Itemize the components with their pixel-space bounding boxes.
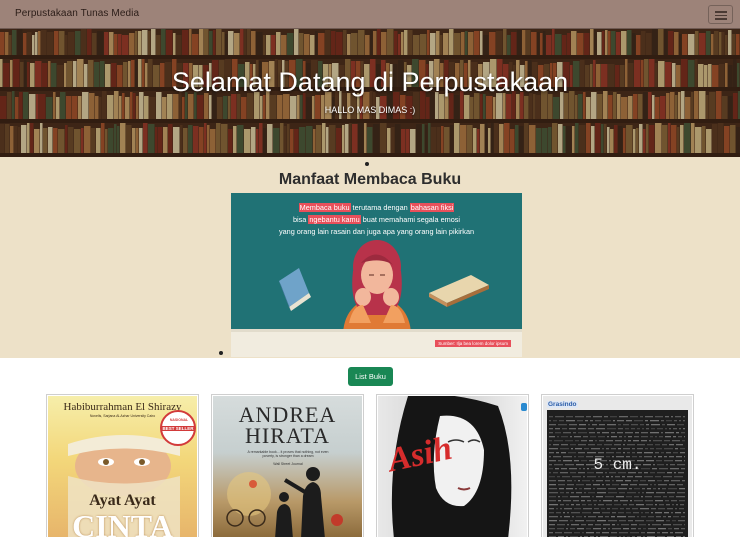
book-cover-5cm[interactable]: Grasindo 5 cm. (543, 396, 692, 537)
bestseller-badge: NASIONAL (169, 418, 189, 422)
navbar: Perpustakaan Tunas Media (0, 0, 740, 29)
bestseller-badge: BEST SELLER (161, 426, 195, 431)
book-card[interactable]: Grasindo 5 cm. (541, 394, 694, 537)
book-cover-asih[interactable]: Asih (378, 396, 527, 537)
book-card[interactable]: Asih (376, 394, 529, 537)
reading-girl-illustration (231, 240, 522, 357)
book-title: 5 cm. (593, 456, 642, 474)
poster-credit: Sumber: Ilja bea lorem dolor ipsum (435, 340, 511, 347)
book-cover-andrea-hirata[interactable]: ANDREA HIRATA A remarkable book... it pr… (213, 396, 362, 537)
hero-title: Selamat Datang di Perpustakaan (171, 67, 569, 97)
menu-toggle-button[interactable] (708, 5, 733, 24)
book-cover-ayat-ayat-cinta[interactable]: Habiburrahman El Shirazy Novelis, Sarjan… (48, 396, 197, 537)
hamburger-icon (715, 11, 727, 13)
list-bullet (219, 351, 223, 355)
book-icon (429, 275, 489, 307)
book-card[interactable]: Habiburrahman El Shirazy Novelis, Sarjan… (46, 394, 199, 537)
list-bullet (365, 162, 369, 166)
book-icon (279, 268, 311, 311)
book-card[interactable]: ANDREA HIRATA A remarkable book... it pr… (211, 394, 364, 537)
benefit-section: Manfaat Membaca Buku Membaca buku teruta… (0, 157, 740, 358)
navbar-brand[interactable]: Perpustakaan Tunas Media (15, 8, 139, 19)
benefit-title: Manfaat Membaca Buku (278, 171, 462, 188)
benefit-poster-image: Membaca buku terutama dengan bahasan fik… (231, 193, 522, 357)
list-buku-button[interactable]: List Buku (348, 367, 393, 386)
hero-greeting: HALLO MAS DIMAS :) (324, 105, 416, 115)
hero-banner: Selamat Datang di Perpustakaan HALLO MAS… (0, 29, 740, 157)
